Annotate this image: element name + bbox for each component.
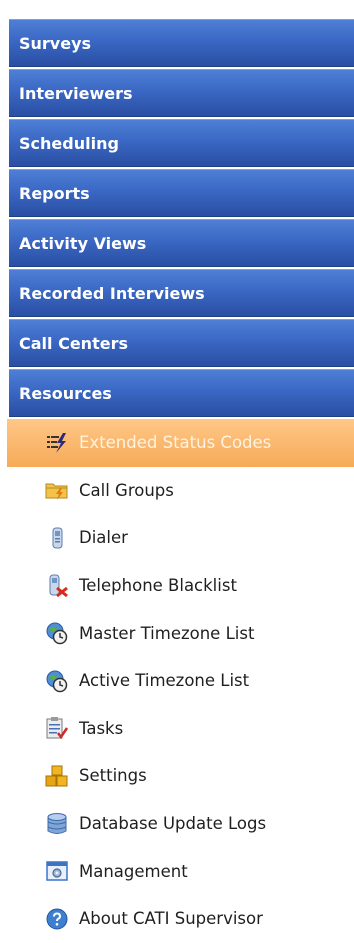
resource-item-label: About CATI Supervisor — [79, 909, 263, 929]
section-call-centers[interactable]: Call Centers — [9, 319, 354, 367]
section-recorded-interviews[interactable]: Recorded Interviews — [9, 269, 354, 317]
resource-item-label: Call Groups — [79, 480, 174, 500]
resource-item-label: Database Update Logs — [79, 814, 267, 834]
section-resources[interactable]: Resources — [9, 369, 354, 417]
resource-item-label: Extended Status Codes — [79, 433, 272, 453]
resource-item-label: Settings — [79, 766, 147, 786]
resource-item-label: Management — [79, 861, 188, 881]
sidebar-nav: Surveys Interviewers Scheduling Reports … — [7, 19, 354, 943]
resource-item-extended-status-codes[interactable]: Extended Status Codes — [7, 419, 354, 467]
phone-icon — [45, 526, 69, 550]
database-icon — [45, 812, 69, 836]
resource-item-label: Active Timezone List — [79, 671, 250, 691]
section-label: Reports — [19, 183, 90, 203]
resource-item-dialer[interactable]: Dialer — [9, 514, 354, 562]
section-label: Interviewers — [19, 83, 133, 103]
resources-list: Extended Status Codes Call Groups Dialer… — [7, 419, 354, 943]
phone-blocked-icon — [45, 574, 69, 598]
resource-item-label: Tasks — [79, 718, 124, 738]
globe-clock-icon — [45, 621, 69, 645]
resource-item-label: Dialer — [79, 528, 128, 548]
globe-clock-icon — [45, 669, 69, 693]
section-label: Resources — [19, 383, 112, 403]
section-label: Surveys — [19, 33, 92, 53]
resource-item-master-timezone-list[interactable]: Master Timezone List — [9, 609, 354, 657]
window-gear-icon — [45, 859, 69, 883]
section-activity-views[interactable]: Activity Views — [9, 219, 354, 267]
resource-item-call-groups[interactable]: Call Groups — [9, 467, 354, 515]
resource-item-active-timezone-list[interactable]: Active Timezone List — [9, 657, 354, 705]
resource-item-label: Master Timezone List — [79, 623, 255, 643]
resource-item-about-cati-supervisor[interactable]: About CATI Supervisor — [9, 895, 354, 943]
section-label: Scheduling — [19, 133, 119, 153]
resource-item-label: Telephone Blacklist — [79, 576, 237, 596]
resource-item-telephone-blacklist[interactable]: Telephone Blacklist — [9, 562, 354, 610]
status-codes-icon — [45, 431, 69, 455]
section-interviewers[interactable]: Interviewers — [9, 69, 354, 117]
resource-item-settings[interactable]: Settings — [9, 752, 354, 800]
section-label: Activity Views — [19, 233, 147, 253]
resource-item-tasks[interactable]: Tasks — [9, 705, 354, 753]
clipboard-check-icon — [45, 716, 69, 740]
resource-item-database-update-logs[interactable]: Database Update Logs — [9, 800, 354, 848]
help-icon — [45, 907, 69, 931]
folder-lightning-icon — [45, 478, 69, 502]
section-label: Recorded Interviews — [19, 283, 205, 303]
boxes-icon — [45, 764, 69, 788]
resource-item-management[interactable]: Management — [9, 847, 354, 895]
section-surveys[interactable]: Surveys — [9, 19, 354, 67]
section-reports[interactable]: Reports — [9, 169, 354, 217]
section-scheduling[interactable]: Scheduling — [9, 119, 354, 167]
section-label: Call Centers — [19, 333, 128, 353]
